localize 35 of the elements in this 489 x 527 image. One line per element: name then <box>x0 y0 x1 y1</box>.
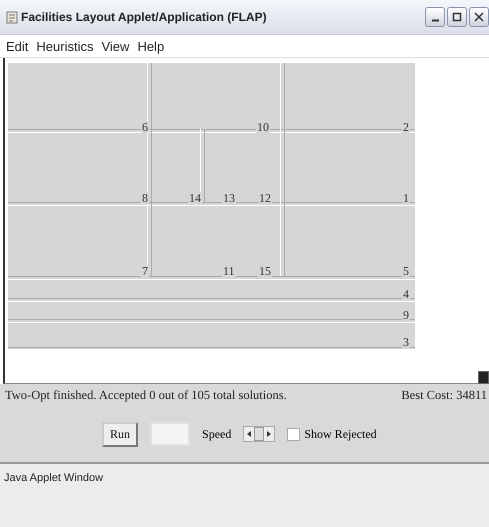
department-label: 11 <box>222 265 236 277</box>
department-label: 6 <box>141 121 149 133</box>
minimize-icon <box>432 18 438 22</box>
menu-item[interactable]: Edit <box>6 38 28 54</box>
department-label: 1 <box>402 192 410 204</box>
minimize-button[interactable] <box>425 7 445 27</box>
scroll-thumb[interactable] <box>478 371 489 384</box>
maximize-icon <box>452 12 462 22</box>
department-label: 5 <box>402 265 410 277</box>
maximize-button[interactable] <box>447 7 467 27</box>
department-label: 12 <box>258 192 272 204</box>
best-cost: Best Cost: 34811 <box>401 388 487 402</box>
menu-item[interactable]: Heuristics <box>36 38 94 54</box>
department-label: 2 <box>402 121 410 133</box>
speed-scrollbar[interactable] <box>243 426 276 442</box>
department-label: 10 <box>256 121 270 133</box>
close-icon <box>474 12 484 22</box>
window-title: Facilities Layout Applet/Application (FLAP) <box>21 10 267 24</box>
department-label: 4 <box>402 288 410 300</box>
department-label: 14 <box>188 192 202 204</box>
menu-item[interactable]: Help <box>137 38 164 54</box>
department-label: 8 <box>141 192 149 204</box>
department-label: 13 <box>222 192 236 204</box>
close-button[interactable] <box>469 7 489 27</box>
menu-item[interactable]: View <box>101 38 130 54</box>
department-label: 7 <box>141 265 149 277</box>
department-label: 9 <box>402 309 410 321</box>
speed-label: Speed <box>202 426 232 442</box>
app-icon <box>6 10 18 24</box>
department-label: 3 <box>402 336 410 348</box>
department-label: 15 <box>258 265 272 277</box>
run-button[interactable]: Run <box>102 422 138 446</box>
show-rejected-checkbox[interactable]: Show Rejected <box>287 426 377 442</box>
footer-text: Java Applet Window <box>4 472 104 484</box>
status-message: Two-Opt finished. Accepted 0 out of 105 total solutions. <box>5 388 287 402</box>
